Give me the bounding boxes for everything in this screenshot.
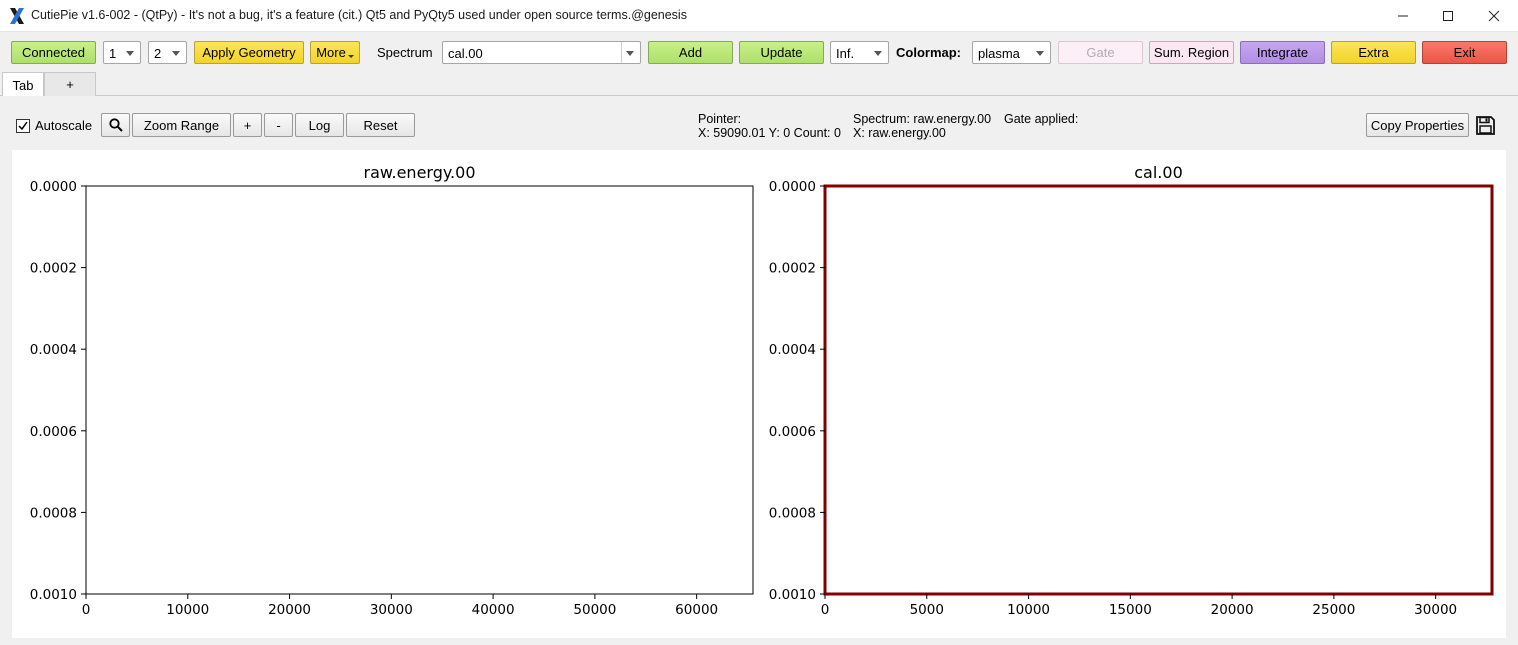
reset-button[interactable]: Reset — [346, 113, 415, 137]
connected-button[interactable]: Connected — [11, 41, 96, 64]
x-logo-icon — [10, 8, 24, 24]
close-icon — [1488, 10, 1500, 22]
y-tick-label: 0.0010 — [769, 587, 816, 603]
rows-select[interactable]: 1 — [103, 41, 141, 64]
x-tick-label: 30000 — [370, 602, 413, 618]
selected-plot-frame — [823, 184, 1494, 596]
exit-button[interactable]: Exit — [1422, 41, 1507, 64]
cols-value: 2 — [154, 46, 162, 61]
spectrum-select[interactable]: cal.00 — [442, 41, 641, 64]
zoom-button[interactable] — [101, 113, 130, 137]
autoscale-checkbox[interactable] — [16, 119, 30, 133]
integrate-button[interactable]: Integrate — [1240, 41, 1325, 64]
spectrum-x-info: X: raw.energy.00 — [853, 126, 946, 140]
more-button[interactable]: More — [310, 41, 360, 64]
y-tick-label: 0.0006 — [30, 424, 77, 440]
x-tick-label: 10000 — [1007, 602, 1050, 618]
x-tick-label: 20000 — [1211, 602, 1254, 618]
y-tick-label: 0.0008 — [769, 505, 816, 521]
y-tick-label: 0.0002 — [769, 261, 816, 277]
y-tick-label: 0.0000 — [769, 179, 816, 195]
maximize-icon — [1443, 11, 1453, 21]
x-tick-label: 15000 — [1109, 602, 1152, 618]
zoom-in-button[interactable]: + — [233, 113, 262, 137]
extra-button[interactable]: Extra — [1331, 41, 1416, 64]
chevron-down-icon — [874, 51, 882, 56]
x-tick-label: 60000 — [675, 602, 718, 618]
x-tick-label: 25000 — [1312, 602, 1355, 618]
rows-value: 1 — [109, 46, 117, 61]
y-tick-label: 0.0000 — [30, 179, 77, 195]
log-button[interactable]: Log — [295, 113, 344, 137]
colormap-label: Colormap: — [896, 45, 961, 60]
colormap-select[interactable]: plasma — [972, 41, 1051, 64]
chevron-down-icon — [126, 51, 134, 56]
minimize-icon — [1398, 15, 1408, 17]
save-icon — [1476, 116, 1495, 135]
refresh-interval-select[interactable]: Inf. — [830, 41, 889, 64]
update-button[interactable]: Update — [739, 41, 824, 64]
cols-select[interactable]: 2 — [148, 41, 187, 64]
y-tick-label: 0.0002 — [30, 261, 77, 277]
autoscale-label: Autoscale — [35, 118, 93, 133]
add-button[interactable]: Add — [648, 41, 733, 64]
search-icon — [108, 118, 123, 132]
zoom-range-button[interactable]: Zoom Range — [132, 113, 231, 137]
y-tick-label: 0.0010 — [30, 587, 77, 603]
tab-main[interactable]: Tab — [2, 72, 44, 97]
copy-properties-button[interactable]: Copy Properties — [1366, 113, 1469, 137]
maximize-button[interactable] — [1425, 0, 1471, 32]
x-tick-label: 20000 — [268, 602, 311, 618]
chevron-down-icon — [626, 51, 634, 56]
apply-geometry-button[interactable]: Apply Geometry — [194, 41, 304, 64]
save-button[interactable] — [1475, 115, 1497, 137]
pointer-label: Pointer: — [698, 112, 742, 126]
x-tick-label: 5000 — [910, 602, 944, 618]
colormap-value: plasma — [978, 46, 1020, 61]
window-title: CutiePie v1.6-002 - (QtPy) - It's not a … — [31, 8, 687, 22]
chevron-down-icon — [172, 51, 180, 56]
y-tick-label: 0.0006 — [769, 424, 816, 440]
sum-region-button[interactable]: Sum. Region — [1149, 41, 1234, 64]
plots-svg[interactable]: raw.energy.000 10000 20000 30000 40000 50000 6… — [12, 150, 1506, 638]
tab-bar: Tab + — [0, 72, 1518, 97]
x-tick-label: 40000 — [472, 602, 515, 618]
gate-applied-info: Gate applied: — [1004, 112, 1079, 126]
spectrum-label: Spectrum — [377, 45, 433, 60]
more-label: More — [316, 45, 346, 60]
chevron-down-icon — [1036, 51, 1044, 56]
add-tab-button[interactable]: + — [44, 72, 96, 96]
plot-canvas[interactable]: raw.energy.00 0 10000 20000 30000 40000 50000 6… — [12, 150, 1506, 638]
plot-frame — [85, 185, 754, 595]
minimize-button[interactable] — [1380, 0, 1426, 32]
y-tick-label: 0.0008 — [30, 505, 77, 521]
plot-controls: Autoscale Zoom Range + - Log Reset Point… — [0, 96, 1518, 150]
plot-title: raw.energy.00 — [364, 163, 476, 182]
y-tick-label: 0.0004 — [30, 342, 77, 358]
y-tick-label: 0.0004 — [769, 342, 816, 358]
check-icon — [18, 121, 28, 131]
pointer-values: X: 59090.01 Y: 0 Count: 0 — [698, 126, 841, 140]
title-bar: CutiePie v1.6-002 - (QtPy) - It's not a … — [0, 0, 1518, 32]
refresh-interval-value: Inf. — [836, 46, 855, 61]
x-tick-label: 0 — [82, 602, 91, 618]
combo-separator — [621, 42, 622, 63]
close-button[interactable] — [1471, 0, 1517, 32]
spectrum-value: cal.00 — [448, 46, 483, 61]
plot-panel: Autoscale Zoom Range + - Log Reset Point… — [0, 96, 1518, 645]
x-tick-label: 10000 — [166, 602, 209, 618]
gate-button[interactable]: Gate — [1058, 41, 1143, 64]
main-toolbar: Connected 1 2 Apply Geometry More Spectr… — [0, 32, 1518, 72]
zoom-out-button[interactable]: - — [264, 113, 293, 137]
x-tick-label: 30000 — [1414, 602, 1457, 618]
plot-title: cal.00 — [1134, 163, 1183, 182]
spectrum-info: Spectrum: raw.energy.00 — [853, 112, 992, 126]
menu-indicator-icon — [347, 55, 354, 58]
x-tick-label: 50000 — [573, 602, 616, 618]
x-tick-label: 0 — [821, 602, 830, 618]
